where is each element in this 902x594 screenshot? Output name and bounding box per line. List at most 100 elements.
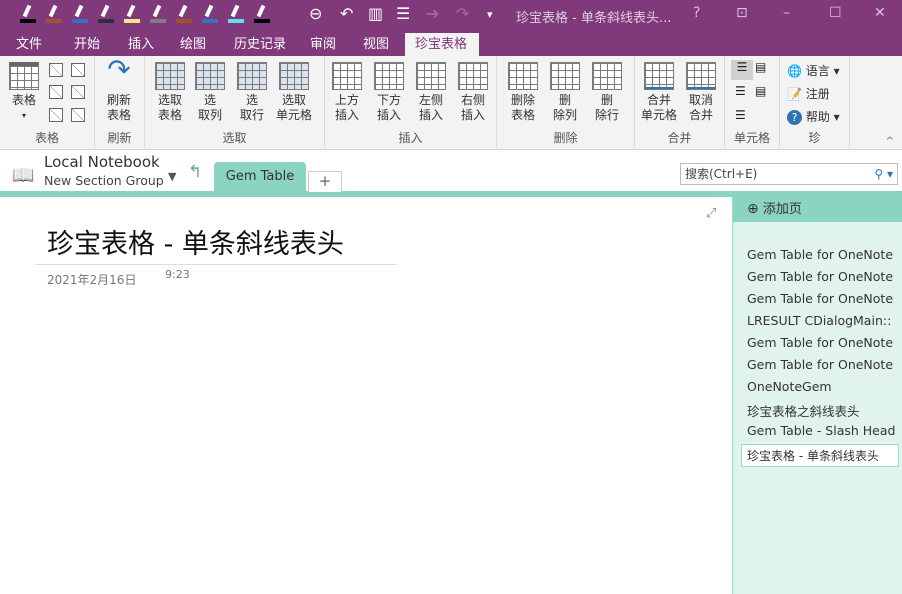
page-view-icon[interactable]: ☰ <box>396 4 410 23</box>
add-page-button[interactable]: ⊕ 添加页 <box>733 197 902 222</box>
maximize-button[interactable]: ☐ <box>829 5 842 21</box>
tab-review[interactable]: 审阅 <box>300 33 346 56</box>
insert-button[interactable]: 左侧 插入 <box>409 62 453 123</box>
table-button[interactable]: 表格▾ <box>6 62 42 123</box>
delete-icon <box>550 62 580 90</box>
select-button[interactable]: 选取 单元格 <box>272 62 316 123</box>
merge-icon <box>644 62 674 90</box>
page-title[interactable]: 珍宝表格 - 单条斜线表头 <box>47 222 344 261</box>
page-list-item[interactable]: LRESULT CDialogMain:: <box>747 313 891 328</box>
collapse-ribbon-icon[interactable]: ^ <box>886 136 894 147</box>
group-select: 选取 表格选 取列选 取行选取 单元格 选取 <box>145 56 325 148</box>
delete-button[interactable]: 删 除行 <box>585 62 629 123</box>
section-group-name[interactable]: New Section Group <box>44 173 164 188</box>
select-icon <box>195 62 225 90</box>
insert-button[interactable]: 下方 插入 <box>367 62 411 123</box>
pen-icon[interactable] <box>20 5 36 23</box>
help-button[interactable]: ? <box>693 5 700 21</box>
minimize-button[interactable]: – <box>783 5 790 21</box>
insert-button[interactable]: 上方 插入 <box>325 62 369 123</box>
insert-icon <box>416 62 446 90</box>
tab-draw[interactable]: 绘图 <box>170 33 216 56</box>
tab-gem-table[interactable]: 珍宝表格 <box>405 33 479 56</box>
slash-icon[interactable] <box>71 108 85 122</box>
page-list-item[interactable]: Gem Table for OneNote <box>747 335 893 350</box>
pen-icon[interactable] <box>176 5 192 23</box>
tab-view[interactable]: 视图 <box>353 33 399 56</box>
tab-file[interactable]: 文件 <box>6 33 52 56</box>
redo-icon: ↷ <box>456 4 469 23</box>
customize-icon[interactable]: ▾ <box>487 8 493 21</box>
ribbon-tabs: 文件 开始 插入 绘图 历史记录 审阅 视图 珍宝表格 <box>0 30 902 56</box>
refresh-icon: ↷ <box>101 62 137 93</box>
search-icon[interactable]: ⚲ ▾ <box>874 164 893 184</box>
close-button[interactable]: ✕ <box>874 5 886 21</box>
page-list-item[interactable]: 珍宝表格之斜线表头 <box>747 401 860 420</box>
page-list-item[interactable]: Gem Table for OneNote <box>747 357 893 372</box>
group-gem: 🌐 语言 ▾ 📝 注册 ? 帮助 ▾ 珍 <box>780 56 850 148</box>
group-refresh: ↷刷新 表格 刷新 <box>95 56 145 148</box>
page-list-item[interactable]: Gem Table for OneNote <box>747 269 893 284</box>
notebook-name[interactable]: Local Notebook <box>44 153 160 171</box>
page-list-item[interactable]: Gem Table - Slash Head <box>747 423 895 438</box>
help-menu-button[interactable]: ? 帮助 ▾ <box>787 108 840 125</box>
pen-icon[interactable] <box>124 5 140 23</box>
back-icon[interactable]: ⊖ <box>309 4 322 23</box>
page-list-item[interactable]: Gem Table for OneNote <box>747 247 893 262</box>
merge-icon <box>686 62 716 90</box>
page-list-item[interactable]: OneNoteGem <box>747 379 832 394</box>
delete-button[interactable]: 删 除列 <box>543 62 587 123</box>
language-button[interactable]: 🌐 语言 ▾ <box>787 62 840 79</box>
delete-icon <box>592 62 622 90</box>
delete-button[interactable]: 删除 表格 <box>501 62 545 123</box>
page-list: ⊕ 添加页 Gem Table for OneNote Gem Table for… <box>732 197 902 594</box>
page-list-item[interactable]: Gem Table for OneNote <box>747 291 893 306</box>
register-button[interactable]: 📝 注册 <box>787 85 830 102</box>
cell-props-icon[interactable]: ▤ <box>755 60 766 74</box>
plus-circle-icon: ⊕ <box>747 201 759 217</box>
slash-icon[interactable] <box>49 85 63 99</box>
group-delete: 删除 表格删 除列删 除行 删除 <box>497 56 635 148</box>
insert-button[interactable]: 右侧 插入 <box>451 62 495 123</box>
undo-icon[interactable]: ↶ <box>340 4 353 23</box>
select-button[interactable]: 选 取列 <box>188 62 232 123</box>
register-icon: 📝 <box>787 87 802 101</box>
insert-icon <box>458 62 488 90</box>
align-left-icon[interactable]: ☰ <box>731 60 753 80</box>
section-tab-gem-table[interactable]: Gem Table <box>214 162 306 192</box>
pen-icon[interactable] <box>254 5 270 23</box>
dock-icon[interactable]: ▥ <box>368 4 383 23</box>
refresh-button[interactable]: ↷刷新 表格 <box>101 62 137 123</box>
slash-icon[interactable] <box>71 85 85 99</box>
add-section-button[interactable]: + <box>308 171 342 192</box>
tab-home[interactable]: 开始 <box>64 33 110 56</box>
pen-icon[interactable] <box>72 5 88 23</box>
cell-list-icon[interactable]: ▤ <box>755 84 766 98</box>
pen-icon[interactable] <box>202 5 218 23</box>
slash-icon[interactable] <box>49 108 63 122</box>
slash-icon[interactable] <box>49 63 63 77</box>
search-input[interactable]: 搜索(Ctrl+E)⚲ ▾ <box>680 163 898 185</box>
delete-icon <box>508 62 538 90</box>
slash-icon[interactable] <box>71 63 85 77</box>
merge-button[interactable]: 合并 单元格 <box>637 62 681 123</box>
pen-icon[interactable] <box>46 5 62 23</box>
back-to-parent-icon[interactable]: ↰ <box>188 162 202 182</box>
select-button[interactable]: 选 取行 <box>230 62 274 123</box>
insert-icon <box>374 62 404 90</box>
page-date: 2021年2月16日 <box>47 271 136 288</box>
group-merge: 合并 单元格取消 合并 合并 <box>635 56 725 148</box>
select-button[interactable]: 选取 表格 <box>148 62 192 123</box>
pen-icon[interactable] <box>98 5 114 23</box>
full-page-icon[interactable]: ⤢ <box>706 206 716 221</box>
pen-icon[interactable] <box>150 5 166 23</box>
notebook-dropdown-icon[interactable]: ▼ <box>168 170 176 183</box>
pen-icon[interactable] <box>228 5 244 23</box>
merge-button[interactable]: 取消 合并 <box>679 62 723 123</box>
align-center-icon[interactable]: ☰ <box>735 84 746 98</box>
tab-history[interactable]: 历史记录 <box>224 33 296 56</box>
align-right-icon[interactable]: ☰ <box>735 108 746 122</box>
window-title: 珍宝表格 - 单条斜线表头... <box>516 7 671 26</box>
ribbon-display-button[interactable]: ⊡ <box>736 5 748 21</box>
page-list-item[interactable]: 珍宝表格 - 单条斜线表头 <box>741 444 899 467</box>
